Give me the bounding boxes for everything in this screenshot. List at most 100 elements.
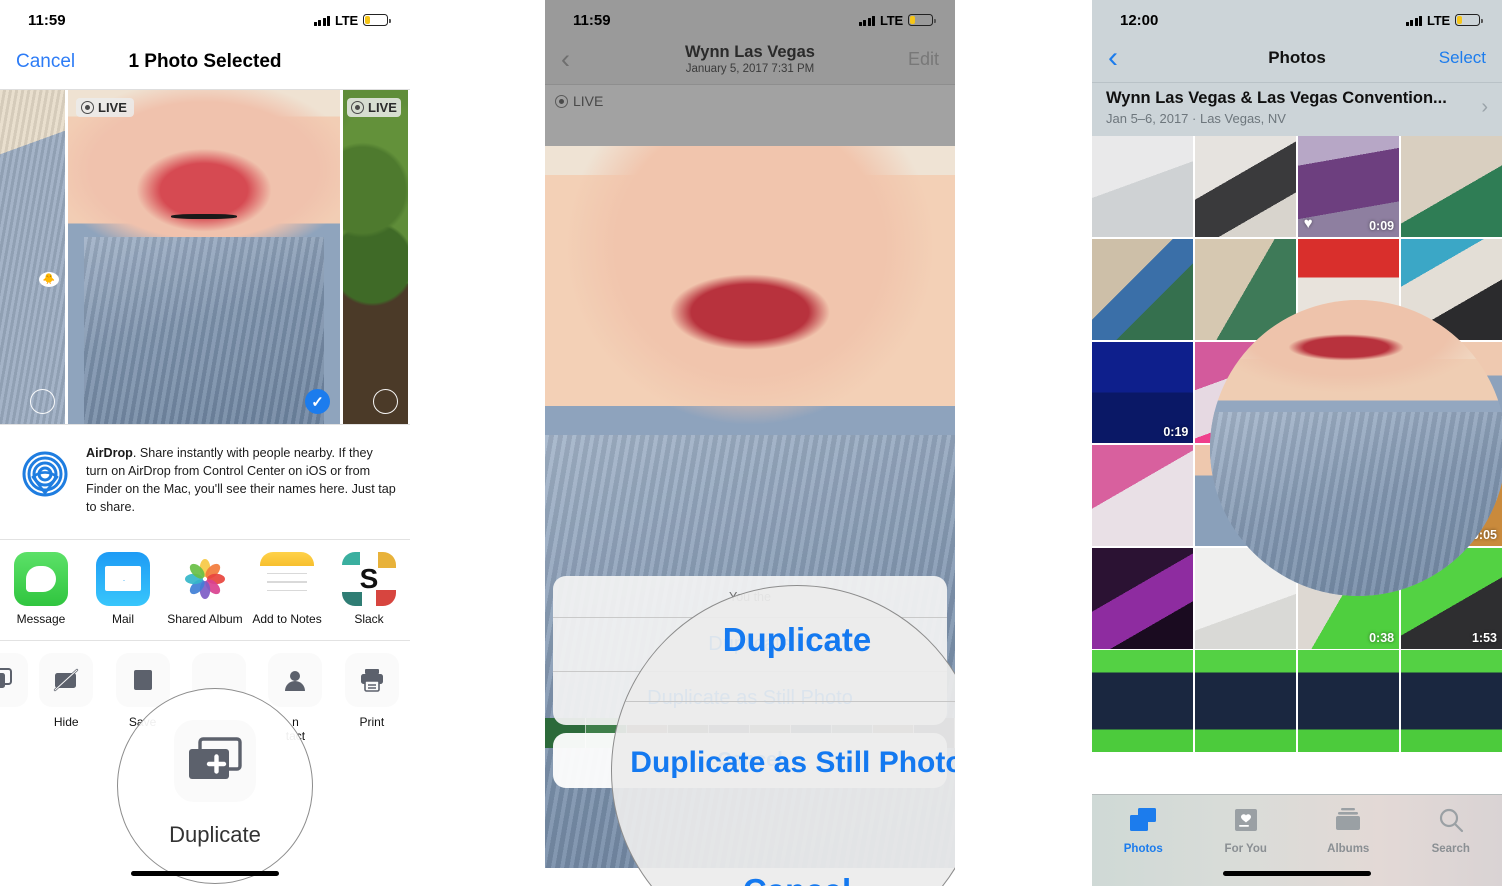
phone-panel-photos-library: 12:00 LTE ‹ Photos Select Wynn Las Vegas… (1092, 0, 1502, 886)
phone-panel-share-sheet: 11:59 LTE Cancel 1 Photo Selected 🐥 LIVE… (0, 0, 410, 886)
status-indicators: LTE (313, 12, 391, 28)
photo-thumbnail (1092, 444, 1194, 546)
live-photo-icon (81, 101, 94, 114)
photo-grid-cell[interactable] (1400, 136, 1502, 238)
photos-navbar: ‹ Photos Select (1092, 34, 1502, 82)
notes-icon (260, 551, 314, 606)
action-print[interactable]: Print (334, 653, 410, 743)
signal-bars-icon (1405, 15, 1422, 26)
live-photo-icon (351, 101, 364, 114)
live-photo-icon (555, 94, 568, 108)
select-circle-checked[interactable]: ✓ (305, 389, 330, 414)
photo-thumbnail (1092, 136, 1194, 238)
albums-tab-icon (1334, 807, 1362, 838)
favorite-heart-icon: ♥ (1303, 215, 1313, 233)
photo-thumb-selected[interactable]: LIVE ✓ (68, 90, 340, 424)
chevron-left-icon[interactable]: ‹ (1108, 43, 1118, 73)
chevron-left-icon[interactable]: ‹ (561, 45, 570, 73)
photo-thumb-left[interactable]: 🐥 (0, 90, 65, 424)
select-circle[interactable] (30, 389, 55, 414)
edit-button[interactable]: Edit (908, 49, 939, 70)
live-badge: LIVE (347, 98, 401, 117)
home-indicator (131, 871, 279, 876)
photo-grid-cell[interactable] (1092, 650, 1194, 752)
photo-filmstrip: 🐥 LIVE ✓ LIVE (0, 90, 410, 424)
live-badge: LIVE (76, 98, 134, 117)
airdrop-row[interactable]: AirDrop. Share instantly with people nea… (0, 424, 410, 540)
status-indicators: LTE (858, 13, 936, 28)
print-icon (344, 653, 399, 708)
share-target-label: Shared Album (167, 611, 243, 626)
carrier-label: LTE (335, 12, 358, 28)
photo-thumbnail (1194, 650, 1297, 752)
status-time: 11:59 (573, 11, 611, 29)
magnified-cancel-label[interactable]: Cancel (743, 872, 851, 886)
photo-grid-cell[interactable] (1092, 136, 1194, 238)
photo-thumbnail (1297, 650, 1400, 752)
action-copy[interactable] (0, 653, 28, 743)
share-target-shared-album[interactable]: Shared Album (164, 551, 246, 627)
photo-grid-cell[interactable] (1400, 650, 1502, 752)
photo-thumbnail (1400, 136, 1502, 238)
photo-thumb-right[interactable]: LIVE (343, 90, 408, 424)
photo-thumbnail (1092, 650, 1194, 752)
live-badge[interactable]: LIVE (555, 93, 603, 109)
share-target-notes[interactable]: Add to Notes (246, 551, 328, 627)
share-target-message[interactable]: Message (0, 551, 82, 627)
magnified-duplicate-label[interactable]: Duplicate (723, 621, 872, 659)
save-icon (115, 653, 170, 708)
action-hide[interactable]: Hide (28, 653, 104, 743)
photo-thumbnail (1092, 238, 1194, 341)
cancel-button[interactable]: Cancel (16, 51, 75, 73)
photos-tab-icon (1129, 807, 1157, 838)
tab-label: Photos (1123, 843, 1163, 855)
status-bar: 11:59 LTE (0, 0, 410, 34)
message-icon (14, 551, 68, 606)
battery-icon (363, 14, 391, 26)
slack-icon: S (342, 551, 396, 606)
live-badge-label: LIVE (573, 93, 604, 109)
live-badge-label: LIVE (98, 100, 127, 115)
share-target-label: Add to Notes (252, 611, 322, 626)
select-circle[interactable] (373, 389, 398, 414)
share-target-slack[interactable]: S Slack (328, 551, 410, 627)
select-button[interactable]: Select (1439, 48, 1486, 68)
photo-detail-navbar: ‹ Wynn Las Vegas January 5, 2017 7:31 PM… (545, 34, 955, 84)
moment-header[interactable]: Wynn Las Vegas & Las Vegas Convention...… (1092, 82, 1502, 136)
mail-icon (96, 551, 150, 606)
screenshot-stage: 11:59 LTE Cancel 1 Photo Selected 🐥 LIVE… (0, 0, 1502, 886)
copy-icon (0, 653, 28, 708)
carrier-label: LTE (1427, 12, 1450, 28)
share-target-mail[interactable]: Mail (82, 551, 164, 627)
tab-photos[interactable]: Photos (1092, 807, 1195, 886)
photo-grid-cell[interactable] (1194, 650, 1297, 752)
tab-label: For You (1224, 843, 1267, 855)
live-photo-bar: LIVE (545, 84, 955, 146)
tab-label: Search (1431, 843, 1470, 855)
chevron-right-icon[interactable]: › (1473, 96, 1488, 119)
assign-contact-icon (268, 653, 323, 708)
photo-grid-cell[interactable]: ♥ 0:09 (1297, 136, 1400, 238)
moment-title: Wynn Las Vegas & Las Vegas Convention... (1106, 89, 1447, 107)
video-duration-label: 0:19 (1163, 425, 1189, 440)
magnified-duplicate-still-label[interactable]: Duplicate as Still Photo (630, 746, 955, 780)
action-label: Print (359, 715, 385, 730)
tab-search[interactable]: Search (1400, 807, 1502, 886)
search-tab-icon (1438, 807, 1464, 838)
video-duration-label: 0:38 (1369, 630, 1395, 645)
home-indicator (1223, 871, 1371, 876)
hide-icon (39, 653, 94, 708)
airdrop-icon (18, 447, 72, 501)
duplicate-plus-icon (174, 720, 256, 802)
magnified-photo-image (1210, 300, 1502, 596)
video-duration-label: 1:53 (1471, 630, 1497, 645)
page-subtitle: January 5, 2017 7:31 PM (685, 63, 815, 75)
status-time: 11:59 (28, 11, 66, 29)
photo-grid-cell[interactable] (1092, 547, 1194, 649)
photo-grid-cell[interactable]: 0:19 (1092, 341, 1194, 444)
photo-grid-cell[interactable] (1194, 136, 1297, 238)
photo-grid-cell[interactable] (1092, 238, 1194, 341)
airdrop-body: . Share instantly with people nearby. If… (86, 446, 396, 514)
photo-grid-cell[interactable] (1297, 650, 1400, 752)
photo-grid-cell[interactable] (1092, 444, 1194, 546)
